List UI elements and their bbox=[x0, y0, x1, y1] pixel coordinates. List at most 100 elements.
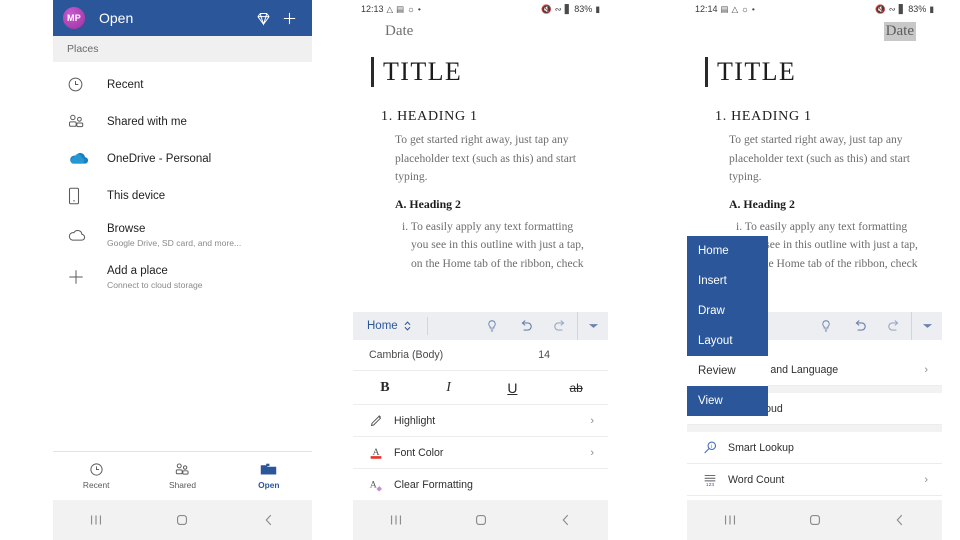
drive-icon: △ bbox=[731, 3, 739, 14]
font-name-field[interactable]: Cambria (Body) bbox=[369, 349, 538, 361]
bottom-nav-recent[interactable]: Recent bbox=[53, 452, 139, 500]
clock-icon bbox=[89, 462, 104, 477]
panel-document-home-ribbon: 12:13 △ ▤ ☼ • 🔇 ∾ ▋ 83% ▮ Date TITLE 1. … bbox=[353, 0, 608, 540]
tab-menu-item-layout[interactable]: Layout bbox=[687, 326, 768, 356]
sidebar-item-shared-with-me[interactable]: Shared with me bbox=[53, 103, 312, 140]
status-bar: 12:13 △ ▤ ☼ • 🔇 ∾ ▋ 83% ▮ bbox=[353, 0, 608, 18]
tab-menu-item-view[interactable]: View bbox=[687, 386, 768, 416]
document-date[interactable]: Date bbox=[383, 22, 415, 41]
cloud-icon bbox=[67, 228, 97, 243]
document-canvas[interactable]: Date TITLE 1. HEADING 1 To get started r… bbox=[687, 18, 942, 273]
avatar[interactable]: MP bbox=[63, 7, 85, 29]
document-heading-1[interactable]: 1. HEADING 1 bbox=[715, 109, 924, 125]
bottom-nav-open[interactable]: Open bbox=[226, 452, 312, 500]
sidebar-item-recent[interactable]: Recent bbox=[53, 66, 312, 103]
ribbon-item-word-count[interactable]: 123 Word Count › bbox=[687, 464, 942, 496]
tab-menu-item-insert[interactable]: Insert bbox=[687, 266, 768, 296]
bold-icon[interactable]: B bbox=[353, 380, 417, 396]
tab-menu-item-review[interactable]: Review bbox=[687, 356, 768, 386]
document-body-2[interactable]: i. To easily apply any text formatting y… bbox=[402, 218, 590, 274]
word-count-icon: 123 bbox=[701, 472, 719, 488]
sidebar-item-add-a-place[interactable]: Add a place Connect to cloud storage bbox=[53, 256, 312, 298]
wifi-icon: ∾ bbox=[554, 3, 562, 14]
list-item-label: Add a place bbox=[107, 264, 168, 277]
chevron-down-icon[interactable] bbox=[577, 312, 608, 340]
people-icon bbox=[67, 113, 97, 130]
status-bar: 12:14 ▤ △ ☼ • 🔇 ∾ ▋ 83% ▮ bbox=[687, 0, 942, 18]
page-title: Open bbox=[99, 10, 134, 26]
tab-menu-item-draw[interactable]: Draw bbox=[687, 296, 768, 326]
chevron-updown-icon bbox=[403, 320, 412, 332]
ribbon-item-smart-lookup[interactable]: i Smart Lookup bbox=[687, 432, 942, 464]
folder-icon bbox=[260, 462, 277, 477]
places-section-header: Places bbox=[53, 36, 312, 62]
home-icon[interactable] bbox=[807, 512, 823, 528]
list-item-label: This device bbox=[107, 189, 166, 202]
ribbon-item-label: Word Count bbox=[728, 473, 785, 486]
list-item-label: Recent bbox=[107, 78, 144, 91]
ribbon-tab-label: Home bbox=[367, 320, 398, 332]
back-icon[interactable] bbox=[261, 512, 277, 528]
photos-icon: ▤ bbox=[396, 3, 405, 14]
system-navigation-bar bbox=[353, 500, 608, 540]
document-body-1[interactable]: To get started right away, just tap any … bbox=[395, 131, 590, 187]
lightbulb-icon[interactable] bbox=[475, 312, 509, 340]
document-date-selected[interactable]: Date bbox=[883, 22, 916, 41]
bottom-nav-shared[interactable]: Shared bbox=[139, 452, 225, 500]
ribbon-item-font-color[interactable]: A Font Color › bbox=[353, 437, 608, 469]
svg-text:A: A bbox=[370, 479, 377, 490]
back-icon[interactable] bbox=[892, 512, 908, 528]
undo-icon[interactable] bbox=[509, 312, 543, 340]
bottom-nav-label: Shared bbox=[168, 480, 196, 490]
back-icon[interactable] bbox=[558, 512, 574, 528]
recents-icon[interactable] bbox=[388, 512, 404, 528]
document-title[interactable]: TITLE bbox=[383, 57, 462, 87]
document-body-2[interactable]: i. To easily apply any text formatting y… bbox=[736, 218, 924, 274]
ribbon-tab-selector[interactable]: Home bbox=[353, 320, 427, 332]
chevron-down-icon[interactable] bbox=[911, 312, 942, 340]
places-list: Recent Shared with me OneDrive - Persona… bbox=[53, 62, 312, 298]
ribbon-spacer bbox=[687, 425, 942, 432]
lightbulb-icon[interactable] bbox=[809, 312, 843, 340]
underline-icon[interactable]: U bbox=[481, 380, 545, 396]
plus-icon[interactable] bbox=[276, 5, 302, 31]
sidebar-item-this-device[interactable]: This device bbox=[53, 177, 312, 214]
document-canvas[interactable]: Date TITLE 1. HEADING 1 To get started r… bbox=[353, 18, 608, 273]
home-icon[interactable] bbox=[473, 512, 489, 528]
document-heading-2[interactable]: A. Heading 2 bbox=[729, 197, 924, 212]
redo-icon[interactable] bbox=[877, 312, 911, 340]
sidebar-item-browse[interactable]: Browse Google Drive, SD card, and more..… bbox=[53, 214, 312, 256]
font-size-field[interactable]: 14 bbox=[538, 349, 592, 361]
document-body-1[interactable]: To get started right away, just tap any … bbox=[729, 131, 924, 187]
diamond-icon[interactable] bbox=[250, 5, 276, 31]
document-title[interactable]: TITLE bbox=[717, 57, 796, 87]
recents-icon[interactable] bbox=[722, 512, 738, 528]
list-item-label: Browse bbox=[107, 222, 146, 235]
messenger-icon: ☼ bbox=[741, 3, 749, 14]
font-color-icon: A bbox=[367, 445, 385, 461]
redo-icon[interactable] bbox=[543, 312, 577, 340]
status-time: 12:14 bbox=[695, 4, 718, 14]
mute-icon: 🔇 bbox=[541, 3, 552, 14]
home-icon[interactable] bbox=[174, 512, 190, 528]
undo-icon[interactable] bbox=[843, 312, 877, 340]
bottom-nav-label: Recent bbox=[82, 480, 110, 490]
text-style-row: B I U ab bbox=[353, 371, 608, 405]
system-navigation-bar bbox=[53, 500, 312, 540]
messenger-icon: ☼ bbox=[407, 3, 415, 14]
strikethrough-icon[interactable]: ab bbox=[544, 381, 608, 395]
ribbon-item-clear-formatting[interactable]: A Clear Formatting bbox=[353, 469, 608, 501]
recents-icon[interactable] bbox=[88, 512, 104, 528]
document-heading-1[interactable]: 1. HEADING 1 bbox=[381, 109, 590, 125]
open-app-bar: MP Open bbox=[53, 0, 312, 36]
battery-icon: ▮ bbox=[929, 3, 934, 14]
sidebar-item-onedrive-personal[interactable]: OneDrive - Personal bbox=[53, 140, 312, 177]
svg-text:i: i bbox=[711, 444, 712, 450]
ribbon-item-highlight[interactable]: Highlight › bbox=[353, 405, 608, 437]
dot-icon: • bbox=[417, 3, 421, 14]
chevron-right-icon: › bbox=[590, 446, 594, 459]
italic-icon[interactable]: I bbox=[417, 380, 481, 396]
document-heading-2[interactable]: A. Heading 2 bbox=[395, 197, 590, 212]
tab-menu-item-home[interactable]: Home bbox=[687, 236, 768, 266]
ribbon-item-label: Highlight bbox=[394, 414, 436, 427]
